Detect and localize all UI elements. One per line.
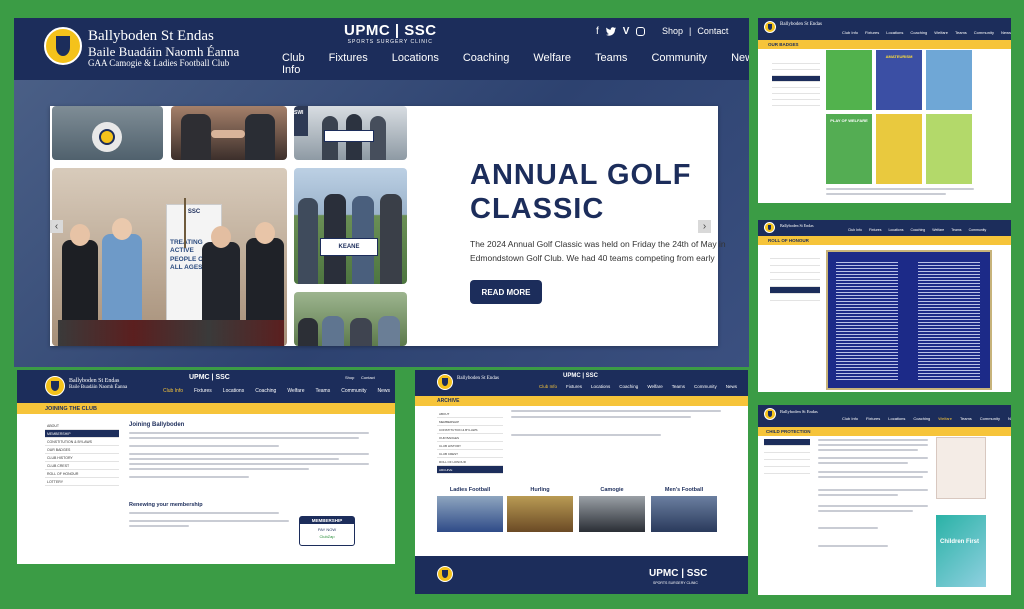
main-nav: Club Info Fixtures Locations Coaching We… [282,52,749,76]
nav-coaching[interactable]: Coaching [463,52,509,76]
vimeo-icon[interactable]: V [623,26,630,37]
shop-link[interactable]: Shop [662,26,683,36]
thumb-sidebar: ABOUT MEMBERSHIP CONSTITUTION & BYLAWS O… [45,422,119,486]
badge-tile [926,50,972,110]
badge-grid: AMATEURISM PLAY OF WELFARE [826,50,976,198]
team-photo[interactable] [507,496,573,532]
thumb-nav: Club Info Fixtures Locations Coaching Welfar… [842,416,1011,421]
team-photo[interactable] [579,496,645,532]
thumb-club-name: Ballyboden St Endas [780,22,822,27]
badge-tile [826,50,872,110]
nav-welfare[interactable]: Welfare [533,52,571,76]
nav-community[interactable]: Community [651,52,707,76]
archive-category[interactable]: Hurling [507,487,573,493]
sponsor-sign: KEANE [320,238,378,256]
main-screenshot: Ballyboden St Endas Baile Buadáin Naomh … [14,18,749,367]
archive-category[interactable]: Men's Football [651,487,717,493]
archive-category[interactable]: Camogie [579,487,645,493]
top-links: Shop | Contact [662,26,728,36]
thumb-sidebar [770,252,820,301]
thumb-header: Ballyboden St Endas Club Info Fixtures Loc… [758,220,1011,236]
team-photo[interactable] [437,496,503,532]
ssc-banner-logo: SSC [187,209,201,215]
thumb-header: Ballyboden St Endas Club Info Fixtures Loc… [758,18,1011,40]
thumb-section-title: CHILD PROTECTION [758,427,1011,436]
nav-club-info[interactable]: Club Info [282,52,305,76]
photo-players-banner: SSC TREATING ACTIVE PEOPLE OF ALL AGES [52,168,287,346]
instagram-icon[interactable] [636,27,646,36]
thumb-nav: Club Info Fixtures Locations Coaching Welfar… [163,388,391,394]
badge-tile: PLAY OF WELFARE [826,114,872,184]
thumb-joining-club: Ballyboden St Endas Baile Buadáin Naomh … [17,370,395,564]
thumb-header: Ballyboden St Endas UPMC | SSC Club Info… [415,370,748,396]
top-links-divider: | [689,26,692,36]
site-header: Ballyboden St Endas Baile Buadáin Naomh … [14,18,749,80]
photo-golf-ball [52,106,163,160]
hero-banner: SWI SSC TREATING ACTIVE PEOPLE OF ALL AG… [14,80,749,367]
badge-tile [926,114,972,184]
thumb-header: Ballyboden St Endas Club Info Fixtures Loc… [758,405,1011,427]
thumb-sidebar: ABOUT MEMBERSHIP CONSTITUTION & BYLAWS O… [437,410,503,474]
thumb-nav: Club Info Fixtures Locations Coaching Welfar… [539,384,738,389]
thumb-section-title: ROLL OF HONOUR [758,236,1011,245]
featured-news-card: SWI SSC TREATING ACTIVE PEOPLE OF ALL AG… [50,106,726,346]
badge-tile: AMATEURISM [876,50,922,110]
thumb-footer: UPMC | SSC SPORTS SURGERY CLINIC [415,556,748,594]
read-more-button[interactable]: READ MORE [470,280,542,304]
thumb-nav: Club Info Fixtures Locations Coaching Welfar… [842,30,1011,35]
thumb-sidebar [772,58,820,106]
nav-fixtures[interactable]: Fixtures [329,52,368,76]
sponsor-line1: UPMC | SSC [344,22,437,39]
carousel-prev-button[interactable]: ‹ [50,220,63,233]
golf-ball-crest-icon [99,129,115,145]
sponsor-line2: SPORTS SURGERY CLINIC [347,39,433,45]
club-subtitle: GAA Camogie & Ladies Football Club [88,57,230,68]
nav-locations[interactable]: Locations [392,52,439,76]
thumb-nav: Club Info Fixtures Locations Coaching Welfar… [848,228,987,232]
archive-category[interactable]: Ladies Football [437,487,503,493]
sponsor-logo[interactable]: UPMC | SSC SPORTS SURGERY CLINIC [344,22,437,45]
thumb-heading-2: Renewing your membership [129,502,203,508]
club-brand[interactable]: Ballyboden St Endas Baile Buadáin Naomh … [88,28,239,69]
club-name: Ballyboden St Endas [88,28,214,44]
facebook-icon[interactable]: f [596,26,599,37]
children-first-poster[interactable]: Children First [936,515,986,587]
featured-description: The 2024 Annual Golf Classic was held on… [470,239,726,263]
team-photo[interactable] [651,496,717,532]
honour-board [826,250,992,390]
nav-teams[interactable]: Teams [595,52,627,76]
photo-golfers-banner: SWI [294,106,407,160]
featured-title[interactable]: ANNUAL GOLF CLASSIC [470,158,710,226]
thumb-section-title: OUR BADGES [758,40,1011,49]
twitter-icon[interactable] [605,27,616,36]
thumb-sidebar [764,439,810,474]
photo-golf-group [294,292,407,346]
photo-handshake [171,106,287,160]
policy-document[interactable] [936,437,986,499]
membership-pay-badge[interactable]: MEMBERSHIP PAY NOW ClubZap [299,516,355,546]
photo-golf-team: KEANE [294,168,407,284]
badge-tile [876,114,922,184]
thumb-roll-of-honour: Ballyboden St Endas Club Info Fixtures Loc… [758,220,1011,392]
thumb-section-title: ARCHIVE [415,396,748,406]
club-name-irish: Baile Buadáin Naomh Éanna [88,43,240,59]
social-links: f V [596,26,646,37]
contact-link[interactable]: Contact [697,26,728,36]
thumb-section-title: JOINING THE CLUB [17,403,395,414]
nav-news[interactable]: News [731,52,749,76]
thumb-child-protection: Ballyboden St Endas Club Info Fixtures Loc… [758,405,1011,595]
club-crest-logo[interactable] [44,27,82,65]
thumb-our-badges: Ballyboden St Endas Club Info Fixtures Loc… [758,18,1011,203]
thumb-archive: Ballyboden St Endas UPMC | SSC Club Info… [415,370,748,594]
thumb-header: Ballyboden St Endas Baile Buadáin Naomh … [17,370,395,403]
thumb-heading: Joining Ballyboden [129,422,185,428]
